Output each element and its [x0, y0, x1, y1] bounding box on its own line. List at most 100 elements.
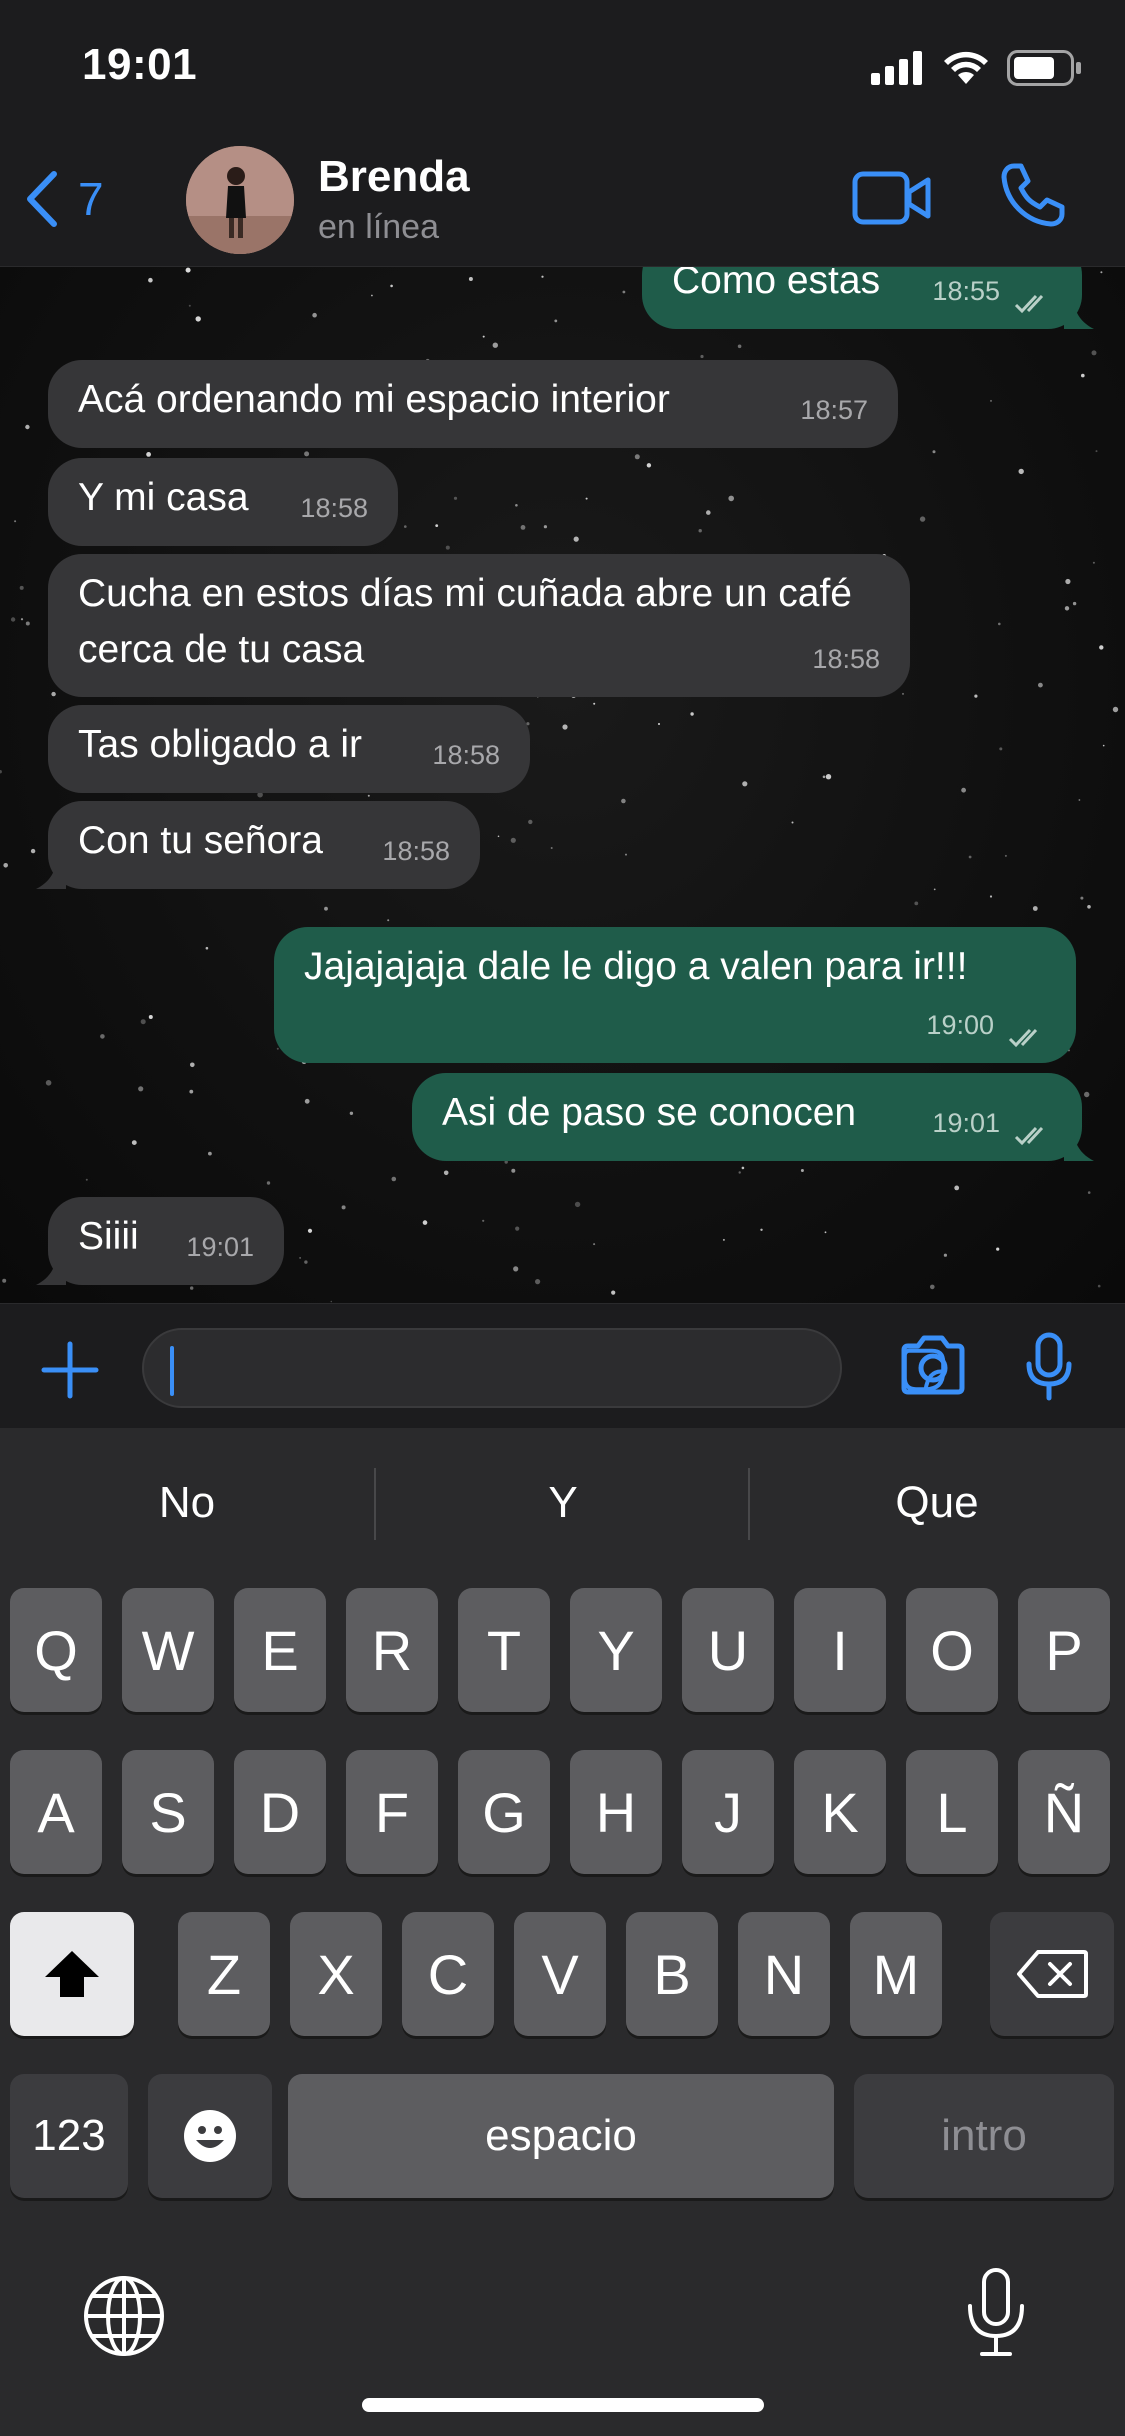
key[interactable]: J — [682, 1750, 774, 1874]
suggestion[interactable]: Y — [376, 1478, 750, 1528]
keyboard: No Y Que Q W E R T Y U I O P A S D F G H… — [0, 1428, 1125, 2436]
message-bubble-incoming[interactable]: Tas obligado a ir 18:58 — [48, 705, 530, 793]
message-bubble-outgoing[interactable]: Como estas 18:55 — [642, 267, 1094, 329]
message-bubble-incoming[interactable]: Acá ordenando mi espacio interior 18:57 — [48, 360, 898, 448]
key[interactable]: D — [234, 1750, 326, 1874]
delete-backspace-icon — [1017, 1950, 1088, 1998]
message-bubble-incoming[interactable]: Con tu señora 18:58 — [36, 801, 480, 889]
message-bubble-incoming[interactable]: Y mi casa 18:58 — [48, 458, 398, 546]
message-text: Jajajajaja dale le digo a valen para ir!… — [304, 945, 968, 988]
numbers-key[interactable]: 123 — [10, 2074, 128, 2198]
read-receipt-icon — [1008, 1028, 1038, 1048]
emoji-face-icon — [184, 2110, 236, 2162]
key[interactable]: W — [122, 1588, 214, 1712]
predictive-bar: No Y Que — [0, 1428, 1125, 1580]
chat-area[interactable]: Como estas 18:55 Acá ordenando mi espaci… — [0, 267, 1125, 1303]
key[interactable]: F — [346, 1750, 438, 1874]
key[interactable]: V — [514, 1912, 606, 2036]
key[interactable]: N — [738, 1912, 830, 2036]
message-input-bar — [0, 1303, 1125, 1428]
status-time: 19:01 — [82, 40, 198, 89]
message-time: 18:55 — [932, 276, 1000, 306]
contact-status: en línea — [318, 208, 439, 246]
camera-icon[interactable] — [898, 1334, 968, 1396]
avatar[interactable] — [186, 146, 294, 254]
key[interactable]: M — [850, 1912, 942, 2036]
key[interactable]: Ñ — [1018, 1750, 1110, 1874]
video-call-icon[interactable] — [852, 168, 932, 228]
status-bar: 19:01 — [0, 0, 1125, 132]
wifi-icon — [944, 51, 988, 84]
key[interactable]: S — [122, 1750, 214, 1874]
key[interactable]: I — [794, 1588, 886, 1712]
key[interactable]: G — [458, 1750, 550, 1874]
unread-count: 7 — [78, 173, 104, 225]
read-receipt-icon — [1014, 294, 1044, 314]
message-time: 19:00 — [926, 1010, 994, 1040]
message-time: 18:57 — [800, 395, 868, 425]
message-bubble-incoming[interactable]: Siiii 19:01 — [36, 1197, 284, 1285]
message-time: 19:01 — [932, 1108, 1000, 1138]
shift-key[interactable] — [10, 1912, 134, 2036]
message-time: 18:58 — [812, 644, 880, 674]
phone-call-icon[interactable] — [1000, 162, 1066, 228]
message-text: Acá ordenando mi espacio interior — [78, 378, 670, 421]
message-bubble-outgoing[interactable]: Asi de paso se conocen 19:01 — [412, 1073, 1094, 1161]
plus-icon[interactable] — [40, 1340, 100, 1400]
dictation-microphone-icon[interactable] — [964, 2266, 1028, 2360]
home-indicator[interactable] — [362, 2398, 764, 2412]
key[interactable]: Y — [570, 1588, 662, 1712]
delete-key[interactable] — [990, 1912, 1114, 2036]
back-button[interactable]: 7 — [24, 170, 104, 228]
key[interactable]: Q — [10, 1588, 102, 1712]
key[interactable]: O — [906, 1588, 998, 1712]
key[interactable]: U — [682, 1588, 774, 1712]
key[interactable]: K — [794, 1750, 886, 1874]
message-text: Cucha en estos días mi cuñada abre un ca… — [78, 572, 852, 671]
chevron-left-icon — [27, 171, 57, 227]
bubble-tail — [1064, 1131, 1094, 1161]
status-icons — [871, 50, 1083, 86]
message-time: 18:58 — [382, 836, 450, 866]
suggestion[interactable]: No — [0, 1478, 374, 1528]
key[interactable]: A — [10, 1750, 102, 1874]
message-text: Y mi casa — [78, 476, 249, 519]
contact-name[interactable]: Brenda — [318, 152, 470, 202]
bubble-tail — [1064, 299, 1094, 329]
key[interactable]: P — [1018, 1588, 1110, 1712]
message-bubble-outgoing[interactable]: Jajajajaja dale le digo a valen para ir!… — [274, 927, 1076, 1063]
microphone-icon[interactable] — [1024, 1332, 1074, 1402]
bubble-tail — [36, 1255, 66, 1285]
message-time: 18:58 — [432, 740, 500, 770]
suggestion[interactable]: Que — [750, 1478, 1124, 1528]
message-time: 19:01 — [186, 1232, 254, 1262]
text-cursor — [170, 1346, 174, 1396]
space-key[interactable]: espacio — [288, 2074, 834, 2198]
message-bubble-incoming[interactable]: Cucha en estos días mi cuñada abre un ca… — [48, 554, 910, 697]
message-text: Con tu señora — [78, 819, 323, 862]
return-key[interactable]: intro — [854, 2074, 1114, 2198]
key[interactable]: Z — [178, 1912, 270, 2036]
avatar-photo — [186, 146, 294, 254]
message-time: 18:58 — [300, 493, 368, 523]
key[interactable]: R — [346, 1588, 438, 1712]
message-text: Asi de paso se conocen — [442, 1091, 857, 1134]
key[interactable]: T — [458, 1588, 550, 1712]
battery-icon — [1007, 50, 1081, 86]
bubble-tail — [36, 859, 66, 889]
message-text: Tas obligado a ir — [78, 723, 363, 766]
chat-header: 7 Brenda en línea — [0, 132, 1125, 267]
message-text: Siiii — [78, 1215, 139, 1258]
message-input[interactable] — [142, 1328, 946, 1408]
emoji-key[interactable] — [148, 2074, 272, 2198]
shift-arrow-icon — [45, 1951, 99, 1997]
cellular-signal-icon — [871, 51, 922, 85]
key[interactable]: L — [906, 1750, 998, 1874]
globe-icon[interactable] — [82, 2274, 166, 2358]
key[interactable]: E — [234, 1588, 326, 1712]
message-text: Como estas — [672, 267, 881, 302]
key[interactable]: C — [402, 1912, 494, 2036]
key[interactable]: H — [570, 1750, 662, 1874]
key[interactable]: X — [290, 1912, 382, 2036]
key[interactable]: B — [626, 1912, 718, 2036]
